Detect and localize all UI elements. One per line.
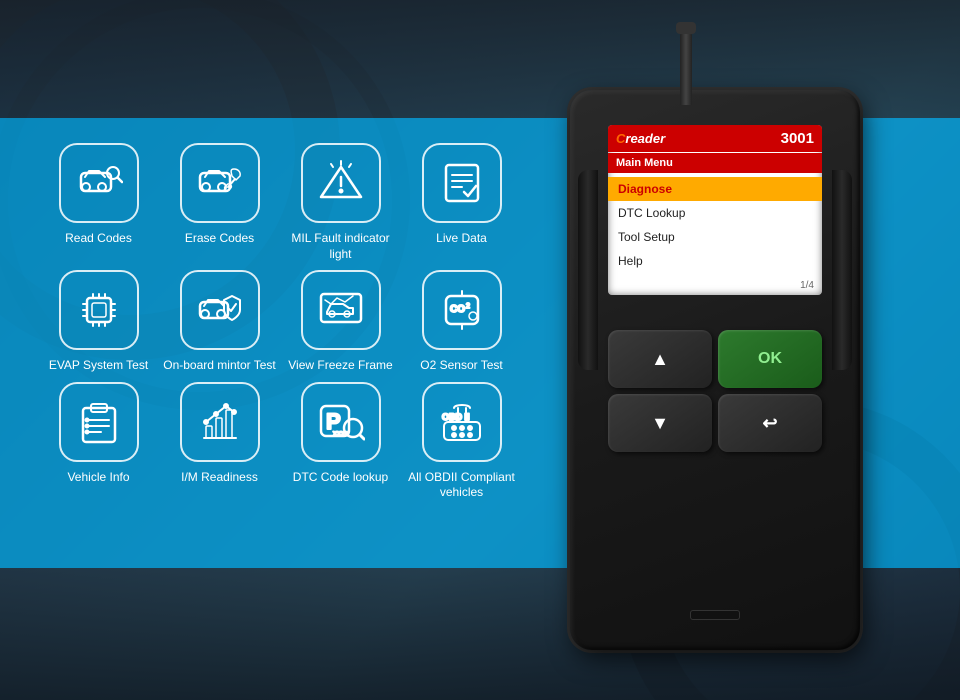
feature-icon-o2-sensor: CO 2 bbox=[422, 270, 502, 350]
feature-evap-system: EVAP System Test bbox=[40, 270, 157, 374]
device-screen: Creader 3001 Main Menu Diagnose DTC Look… bbox=[608, 125, 822, 295]
device-body: Creader 3001 Main Menu Diagnose DTC Look… bbox=[570, 90, 860, 650]
feature-label-mil-fault: MIL Fault indicator light bbox=[282, 231, 399, 262]
feature-icon-vehicle-info bbox=[59, 382, 139, 462]
feature-onboard-monitor: On-board mintor Test bbox=[161, 270, 278, 374]
btn-down-label: ▼ bbox=[651, 413, 669, 434]
bar-chart-icon bbox=[196, 398, 244, 446]
feature-label-obdii-compliant: All OBDII Compliant vehicles bbox=[403, 470, 520, 501]
feature-icon-read-codes bbox=[59, 143, 139, 223]
feature-im-readiness: I/M Readiness bbox=[161, 382, 278, 501]
feature-icon-obdii-compliant: OBD II bbox=[422, 382, 502, 462]
screen-menu-item-toolsetup[interactable]: Tool Setup bbox=[608, 225, 822, 249]
feature-label-read-codes: Read Codes bbox=[65, 231, 132, 247]
feature-label-o2-sensor: O2 Sensor Test bbox=[420, 358, 503, 374]
feature-vehicle-info: Vehicle Info bbox=[40, 382, 157, 501]
car-shield-icon bbox=[196, 286, 244, 334]
btn-down[interactable]: ▼ bbox=[608, 394, 712, 452]
feature-icon-erase-codes bbox=[180, 143, 260, 223]
feature-icon-live-data bbox=[422, 143, 502, 223]
co2-sensor-icon: CO 2 bbox=[438, 286, 486, 334]
device-cable bbox=[680, 30, 692, 105]
feature-icon-view-freeze bbox=[301, 270, 381, 350]
screen-brand: Creader bbox=[616, 131, 665, 146]
btn-ok[interactable]: OK bbox=[718, 330, 822, 388]
screen-page-indicator: 1/4 bbox=[800, 280, 814, 291]
feature-dtc-code: P xxxx DTC Code lookup bbox=[282, 382, 399, 501]
feature-label-vehicle-info: Vehicle Info bbox=[67, 470, 129, 486]
screen-menu-item-diagnose[interactable]: Diagnose bbox=[608, 177, 822, 201]
checklist-icon bbox=[438, 159, 486, 207]
warning-light-icon bbox=[317, 159, 365, 207]
brand-c-letter: C bbox=[616, 131, 625, 146]
feature-live-data: Live Data bbox=[403, 143, 520, 262]
feature-label-im-readiness: I/M Readiness bbox=[181, 470, 258, 486]
feature-icon-evap-system bbox=[59, 270, 139, 350]
feature-obdii-compliant: OBD II All OBDII Compliant vehicles bbox=[403, 382, 520, 501]
screen-menu-item-dtclookup[interactable]: DTC Lookup bbox=[608, 201, 822, 225]
device-container: Creader 3001 Main Menu Diagnose DTC Look… bbox=[540, 30, 900, 670]
features-grid: Read Codes Erase Codes bbox=[30, 128, 530, 516]
screen-menu-items: Diagnose DTC Lookup Tool Setup Help bbox=[608, 173, 822, 277]
feature-icon-dtc-code: P xxxx bbox=[301, 382, 381, 462]
screen-header: Creader 3001 bbox=[608, 125, 822, 152]
device-grip-left bbox=[578, 170, 598, 370]
obd-plug-icon: OBD II bbox=[438, 398, 486, 446]
feature-label-onboard-monitor: On-board mintor Test bbox=[163, 358, 276, 374]
feature-label-live-data: Live Data bbox=[436, 231, 487, 247]
chart-freeze-icon bbox=[317, 286, 365, 334]
btn-ok-label: OK bbox=[758, 350, 782, 368]
btn-up[interactable]: ▲ bbox=[608, 330, 712, 388]
feature-view-freeze: View Freeze Frame bbox=[282, 270, 399, 374]
svg-text:CO: CO bbox=[450, 304, 465, 315]
wrench-car-icon bbox=[196, 159, 244, 207]
feature-label-evap-system: EVAP System Test bbox=[49, 358, 148, 374]
feature-icon-mil-fault bbox=[301, 143, 381, 223]
btn-back[interactable]: ↩ bbox=[718, 394, 822, 452]
p-magnify-icon: P xxxx bbox=[317, 398, 365, 446]
feature-erase-codes: Erase Codes bbox=[161, 143, 278, 262]
feature-label-dtc-code: DTC Code lookup bbox=[293, 470, 388, 486]
device-port bbox=[690, 610, 740, 620]
feature-read-codes: Read Codes bbox=[40, 143, 157, 262]
feature-label-view-freeze: View Freeze Frame bbox=[288, 358, 392, 374]
screen-menu-title: Main Menu bbox=[608, 153, 822, 173]
btn-up-label: ▲ bbox=[651, 349, 669, 370]
svg-text:2: 2 bbox=[466, 303, 470, 310]
screen-model: 3001 bbox=[781, 130, 814, 147]
feature-mil-fault: MIL Fault indicator light bbox=[282, 143, 399, 262]
screen-menu-item-help[interactable]: Help bbox=[608, 249, 822, 273]
cpu-chip-icon bbox=[75, 286, 123, 334]
feature-icon-im-readiness bbox=[180, 382, 260, 462]
btn-back-label: ↩ bbox=[762, 413, 777, 434]
magnify-car-icon bbox=[75, 159, 123, 207]
clipboard-list-icon bbox=[75, 398, 123, 446]
brand-rest: reader bbox=[625, 131, 665, 146]
feature-label-erase-codes: Erase Codes bbox=[185, 231, 254, 247]
device-buttons: ▲ OK ▼ ↩ bbox=[608, 330, 822, 452]
feature-icon-onboard-monitor bbox=[180, 270, 260, 350]
feature-o2-sensor: CO 2 O2 Sensor Test bbox=[403, 270, 520, 374]
device-grip-right bbox=[832, 170, 852, 370]
